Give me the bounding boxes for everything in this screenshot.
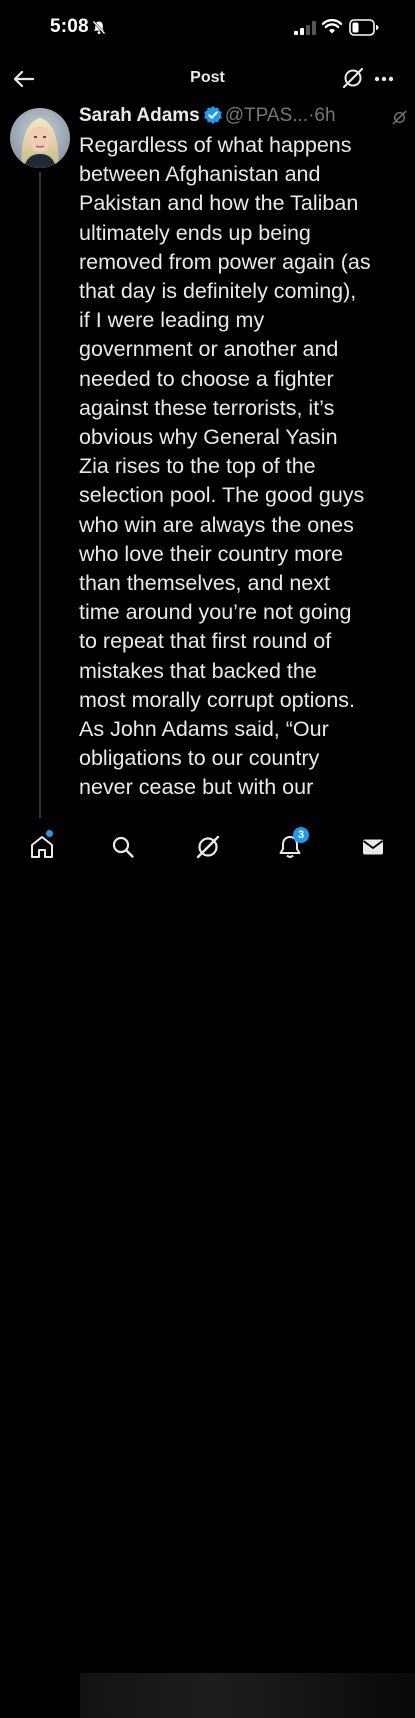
verified-badge-icon bbox=[203, 105, 222, 125]
grok-small-icon[interactable] bbox=[392, 110, 407, 125]
author-handle[interactable]: @TPAS... bbox=[225, 105, 308, 126]
post-time: 6h bbox=[314, 105, 336, 126]
post-header: Sarah Adams @TPAS...·6h bbox=[79, 105, 409, 131]
home-unread-dot bbox=[46, 830, 53, 837]
grok-icon[interactable] bbox=[342, 67, 364, 89]
home-icon[interactable] bbox=[29, 834, 55, 860]
search-icon[interactable] bbox=[110, 834, 136, 860]
status-bar: 5:08 bbox=[0, 0, 415, 58]
notifications-badge: 3 bbox=[293, 827, 309, 843]
grok-tab-icon[interactable] bbox=[195, 834, 221, 860]
battery-icon bbox=[349, 19, 379, 36]
bottom-tab-bar: 3 bbox=[0, 818, 415, 1718]
envelope-icon[interactable] bbox=[360, 834, 386, 860]
cellular-signal-icon bbox=[294, 21, 316, 35]
post-text: Regardless of what happens between Afgha… bbox=[79, 133, 371, 800]
more-options-icon[interactable] bbox=[374, 76, 394, 82]
avatar-image bbox=[10, 108, 70, 168]
top-header: Post bbox=[0, 58, 415, 102]
status-time: 5:08 bbox=[50, 16, 89, 37]
wifi-icon bbox=[322, 19, 342, 34]
thread-line bbox=[39, 172, 41, 832]
author-name[interactable]: Sarah Adams bbox=[79, 105, 200, 126]
bell-slash-icon bbox=[92, 20, 106, 35]
blurred-overlay bbox=[80, 1673, 415, 1718]
avatar[interactable] bbox=[10, 108, 70, 168]
